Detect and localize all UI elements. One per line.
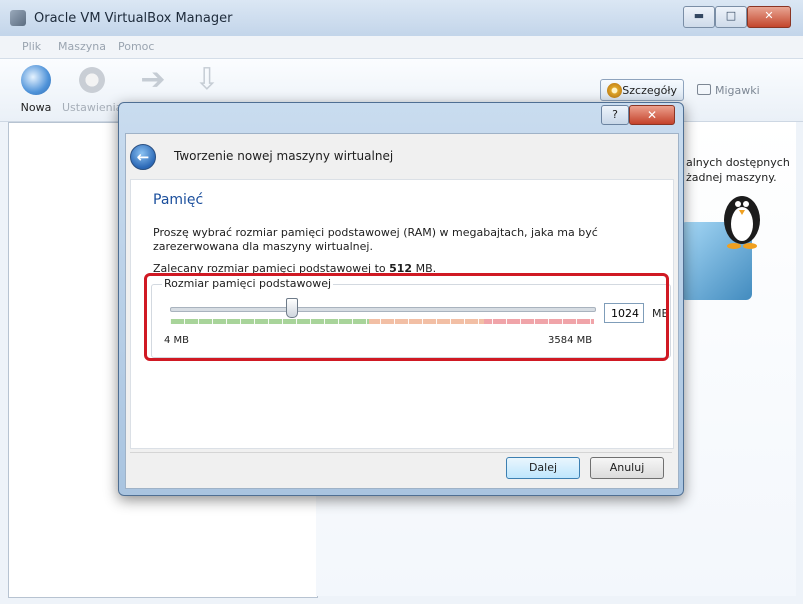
new-vm-button[interactable]: Nowa [18,65,54,114]
details-button[interactable]: Szczegóły [600,79,684,101]
wizard-title: Tworzenie nowej maszyny wirtualnej [174,149,394,163]
main-window-title: Oracle VM VirtualBox Manager [34,11,233,26]
menu-maszyna[interactable]: Maszyna [58,40,106,53]
snapshots-button[interactable]: Migawki [697,84,760,97]
settings-button[interactable]: Ustawienia [62,65,122,114]
welcome-line-1: alnych dostępnych [686,156,790,169]
start-button[interactable]: ➔ [138,65,168,101]
camera-icon [697,84,711,95]
close-window-button[interactable]: ✕ [747,6,791,28]
penguin-image [724,196,760,249]
help-button[interactable]: ? [601,105,629,125]
menu-bar: Plik Maszyna Pomoc [0,36,803,59]
maximize-button[interactable]: □ [715,6,747,28]
highlight-frame [144,273,669,361]
settings-label: Ustawienia [62,101,123,114]
details-label: Szczegóły [622,84,677,97]
footer-divider [130,452,672,453]
main-titlebar: Oracle VM VirtualBox Manager ▬ □ ✕ [0,0,803,36]
virtualbox-icon [10,10,26,26]
minimize-button[interactable]: ▬ [683,6,715,28]
welcome-text-visible: alnych dostępnych żadnej maszyny. [686,155,790,185]
gear-icon [77,65,107,95]
discard-button[interactable]: ⇩ [192,65,222,101]
page-title: Pamięć [153,192,204,208]
start-arrow-icon: ➔ [140,62,166,97]
discard-arrow-icon: ⇩ [194,62,220,97]
snapshots-label: Migawki [715,84,760,97]
new-vm-label: Nowa [20,101,52,114]
page-description: Proszę wybrać rozmiar pamięci podstawowe… [153,226,598,253]
dialog-close-button[interactable]: ✕ [629,105,675,125]
cancel-button[interactable]: Anuluj [590,457,664,479]
next-button[interactable]: Dalej [506,457,580,479]
wizard-header: ← Tworzenie nowej maszyny wirtualnej [126,134,678,178]
details-gear-icon [607,83,622,98]
menu-plik[interactable]: Plik [22,40,41,53]
new-icon [21,65,51,95]
menu-pomoc[interactable]: Pomoc [118,40,154,53]
back-arrow-icon[interactable]: ← [130,144,156,170]
